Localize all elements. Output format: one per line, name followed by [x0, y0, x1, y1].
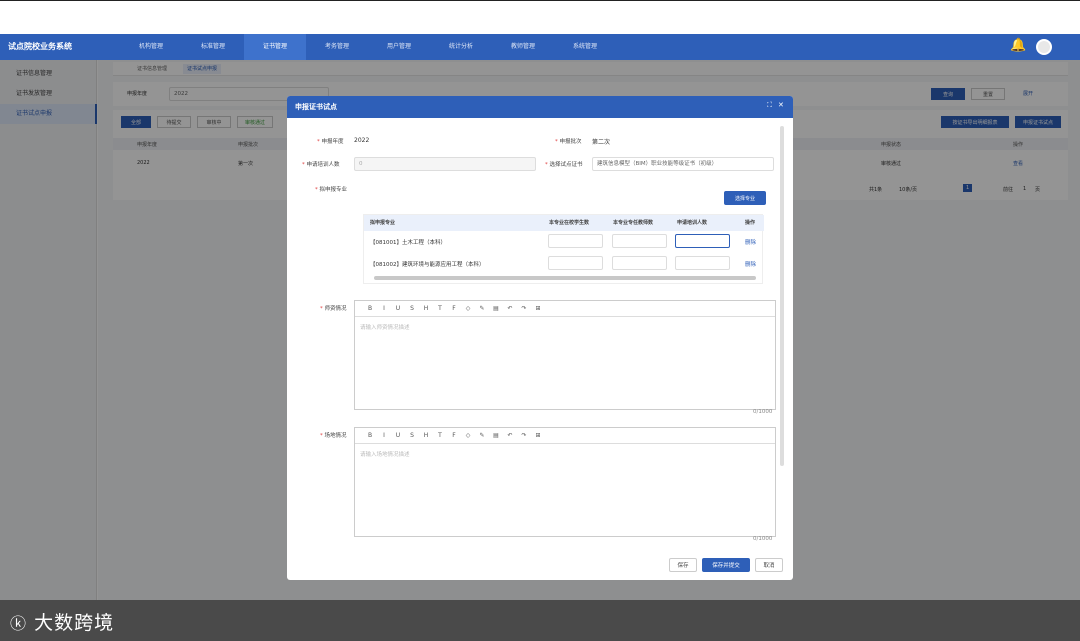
italic-icon[interactable]: I: [377, 301, 391, 317]
image-icon[interactable]: ▤: [489, 301, 503, 317]
dialog-scrollbar[interactable]: [780, 126, 784, 466]
bold-icon[interactable]: B: [363, 301, 377, 317]
fontsize-icon[interactable]: T: [433, 428, 447, 444]
save-button[interactable]: 保存: [669, 558, 697, 572]
major-table: 拟申报专业 本专业在校学生数 本专业专任教师数 申请培训人数 操作 【08100…: [363, 214, 764, 284]
th-teachers: 本专业专任教师数: [613, 220, 654, 226]
students-input[interactable]: [548, 234, 603, 248]
maximize-icon[interactable]: ⛶: [767, 101, 772, 110]
th-trainees: 申请培训人数: [677, 220, 708, 226]
undo-icon[interactable]: ↶: [503, 301, 517, 317]
site-counter: 0/1000: [753, 536, 773, 542]
editor-toolbar: B I U S H T F ◇ ✎ ▤ ↶ ↷ ⊞: [355, 301, 775, 317]
bold-icon[interactable]: B: [363, 428, 377, 444]
pen-icon[interactable]: ✎: [475, 301, 489, 317]
redo-icon[interactable]: ↷: [517, 428, 531, 444]
batch-label: * 申报批次: [555, 139, 582, 145]
cert-label: * 选择试点证书: [545, 162, 583, 168]
bell-icon[interactable]: 🔔: [1010, 38, 1026, 53]
site-editor[interactable]: B I U S H T F ◇ ✎ ▤ ↶ ↷ ⊞ 请输入场地情况描述: [354, 427, 776, 537]
strike-icon[interactable]: S: [405, 301, 419, 317]
fill-icon[interactable]: ◇: [461, 428, 475, 444]
dialog-title: 申报证书试点: [295, 103, 337, 111]
nav-item[interactable]: 系统管理: [554, 34, 616, 60]
font-icon[interactable]: F: [447, 428, 461, 444]
undo-icon[interactable]: ↶: [503, 428, 517, 444]
year-label: * 申报年度: [317, 139, 344, 145]
th-op: 操作: [745, 220, 756, 226]
underline-icon[interactable]: U: [391, 301, 405, 317]
major-label: * 拟申报专业: [315, 187, 348, 193]
strike-icon[interactable]: S: [405, 428, 419, 444]
avatar[interactable]: [1036, 39, 1052, 55]
dialog-header: 申报证书试点 ⛶ ✕: [287, 96, 793, 118]
watermark-logo: ⓚ 大数跨境: [10, 612, 115, 634]
top-strip: [0, 0, 1080, 34]
table-scrollbar[interactable]: [374, 276, 756, 280]
site-label: * 场地情况: [320, 433, 347, 439]
teachers-input[interactable]: [612, 256, 667, 270]
top-nav: 机构管理 标准管理 证书管理 考务管理 用户管理 统计分析 教师管理 系统管理: [120, 34, 616, 60]
heading-icon[interactable]: H: [419, 301, 433, 317]
count-label: * 申请培训人数: [302, 162, 340, 168]
delete-link[interactable]: 删除: [745, 238, 756, 246]
image-icon[interactable]: ▤: [489, 428, 503, 444]
table-icon[interactable]: ⊞: [531, 428, 545, 444]
select-major-button[interactable]: 选择专业: [724, 191, 766, 205]
header-bar: 试点院校业务系统 机构管理 标准管理 证书管理 考务管理 用户管理 统计分析 教…: [0, 34, 1080, 60]
teacher-placeholder: 请输入师资情况描述: [360, 325, 410, 331]
fill-icon[interactable]: ◇: [461, 301, 475, 317]
nav-item[interactable]: 考务管理: [306, 34, 368, 60]
redo-icon[interactable]: ↷: [517, 301, 531, 317]
nav-item[interactable]: 机构管理: [120, 34, 182, 60]
editor-toolbar: B I U S H T F ◇ ✎ ▤ ↶ ↷ ⊞: [355, 428, 775, 444]
site-placeholder: 请输入场地情况描述: [360, 452, 410, 458]
footer-bar: [0, 600, 1080, 641]
batch-value: 第二次: [592, 139, 611, 146]
nav-item[interactable]: 教师管理: [492, 34, 554, 60]
teacher-editor[interactable]: B I U S H T F ◇ ✎ ▤ ↶ ↷ ⊞ 请输入师资情况描述: [354, 300, 776, 410]
underline-icon[interactable]: U: [391, 428, 405, 444]
font-icon[interactable]: F: [447, 301, 461, 317]
train-count-input[interactable]: 0: [354, 157, 536, 171]
th-students: 本专业在校学生数: [549, 220, 590, 226]
app-title: 试点院校业务系统: [8, 42, 72, 51]
major-row-name: 【081001】土木工程（本科）: [370, 240, 446, 246]
nav-item[interactable]: 用户管理: [368, 34, 430, 60]
teacher-label: * 师资情况: [320, 306, 347, 312]
year-value: 2022: [354, 137, 370, 144]
table-icon[interactable]: ⊞: [531, 301, 545, 317]
students-input[interactable]: [548, 256, 603, 270]
delete-link[interactable]: 删除: [745, 260, 756, 268]
nav-item[interactable]: 统计分析: [430, 34, 492, 60]
trainees-input[interactable]: [675, 256, 730, 270]
pen-icon[interactable]: ✎: [475, 428, 489, 444]
th-major: 拟申报专业: [370, 220, 396, 226]
trainees-input[interactable]: [675, 234, 730, 248]
italic-icon[interactable]: I: [377, 428, 391, 444]
major-row-name: 【081002】建筑环境与能源应用工程（本科）: [370, 262, 485, 268]
cert-select[interactable]: 建筑信息模型（BIM）职业技能等级证书（初级）: [592, 157, 774, 171]
teacher-counter: 0/1000: [753, 409, 773, 415]
fontsize-icon[interactable]: T: [433, 301, 447, 317]
save-submit-button[interactable]: 保存并提交: [702, 558, 750, 572]
cancel-button[interactable]: 取消: [755, 558, 783, 572]
apply-dialog: 申报证书试点 ⛶ ✕ * 申报年度 2022 * 申报批次 第二次 * 申请培训…: [287, 96, 793, 580]
teachers-input[interactable]: [612, 234, 667, 248]
heading-icon[interactable]: H: [419, 428, 433, 444]
nav-item[interactable]: 标准管理: [182, 34, 244, 60]
watermark-text: 大数跨境: [34, 612, 115, 634]
nav-item-active[interactable]: 证书管理: [244, 34, 306, 60]
close-icon[interactable]: ✕: [778, 101, 784, 109]
